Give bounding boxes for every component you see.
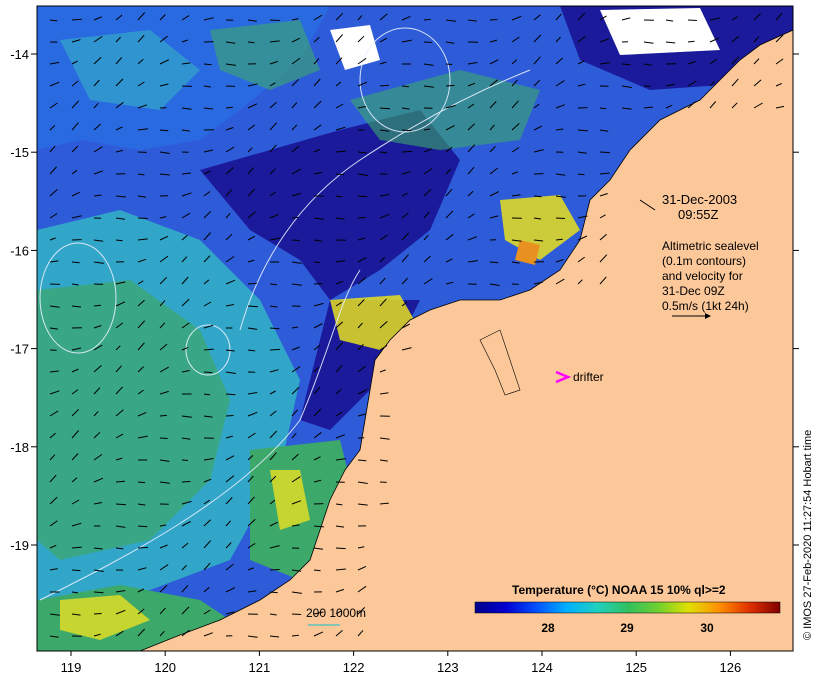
velocity-arrow [159, 437, 168, 439]
lat-tick-label: -19 [10, 538, 29, 553]
colorbar-title: Temperature (°C) NOAA 15 10% ql>=2 [512, 583, 726, 597]
velocity-arrow [357, 217, 366, 219]
velocity-arrow [115, 239, 123, 242]
lat-tick-label: -17 [10, 342, 29, 357]
velocity-arrow [313, 261, 321, 263]
velocity-arrow [269, 569, 280, 571]
lon-tick-label: 120 [154, 660, 176, 675]
velocity-arrow [225, 415, 234, 417]
longitude-axis: 119 120 121 122 123 124 125 126 [61, 651, 742, 675]
lon-tick-label: 126 [720, 660, 742, 675]
colorbar-tick-28: 28 [541, 621, 555, 635]
velocity-arrow [247, 41, 255, 44]
isobath-label: 200 1000m [306, 606, 366, 620]
image-date: 31-Dec-2003 [662, 192, 737, 207]
altimetry-line-5: 0.5m/s (1kt 24h) [662, 299, 749, 313]
altimetry-line-4: 31-Dec 09Z [662, 284, 725, 298]
velocity-arrow [291, 634, 299, 637]
lon-tick-label: 121 [249, 660, 271, 675]
velocity-arrow [335, 173, 345, 176]
velocity-arrow [159, 414, 167, 417]
lat-tick-label: -18 [10, 440, 29, 455]
velocity-arrow [555, 217, 566, 219]
colorbar-tick-30: 30 [700, 621, 714, 635]
lon-tick-label: 125 [625, 660, 647, 675]
altimetry-line-3: and velocity for [662, 269, 743, 283]
velocity-arrow [445, 84, 455, 87]
lat-tick-label: -14 [10, 47, 29, 62]
lat-tick-label: -16 [10, 243, 29, 258]
velocity-arrow [291, 239, 300, 241]
image-time: 09:55Z [678, 207, 719, 222]
velocity-arrow [445, 63, 453, 65]
velocity-arrow [313, 569, 321, 572]
velocity-arrow [181, 459, 189, 461]
velocity-arrow [93, 613, 102, 615]
velocity-arrow [423, 41, 432, 43]
velocity-arrow [555, 238, 563, 241]
velocity-arrow [577, 173, 585, 176]
lon-tick-label: 124 [531, 660, 553, 675]
velocity-arrow [137, 217, 148, 219]
velocity-arrow [335, 547, 346, 550]
altimetry-line-1: Altimetric sealevel [662, 239, 759, 253]
velocity-arrow [687, 19, 697, 21]
velocity-arrow [401, 150, 412, 153]
lat-tick-label: -15 [10, 145, 29, 160]
velocity-arrow [291, 216, 299, 219]
velocity-arrow [137, 546, 149, 549]
velocity-arrow [71, 569, 81, 572]
velocity-arrow [269, 591, 278, 594]
velocity-arrow [313, 283, 323, 285]
velocity-arrow [423, 18, 431, 21]
velocity-arrow [269, 348, 280, 351]
lon-tick-label: 122 [343, 660, 365, 675]
lon-tick-label: 119 [61, 660, 82, 675]
plot-area [37, 6, 793, 651]
velocity-arrow [71, 18, 82, 21]
sst-map-figure: 119 120 121 122 123 124 125 126 -14 -15 -16 -17 -18… [10, 5, 814, 675]
velocity-arrow [291, 613, 302, 615]
velocity-arrow [599, 151, 610, 154]
velocity-arrow [489, 19, 498, 21]
velocity-arrow [203, 371, 213, 374]
velocity-arrow [379, 107, 391, 110]
velocity-arrow [269, 19, 280, 21]
lon-tick-label: 123 [437, 660, 459, 675]
altimetry-line-2: (0.1m contours) [662, 254, 746, 268]
colorbar-tick-29: 29 [620, 621, 634, 635]
drifter-label: drifter [573, 370, 604, 384]
velocity-arrow [687, 40, 695, 43]
velocity-arrow [181, 481, 191, 483]
credit-text: © IMOS 27-Feb-2020 11:27:54 Hobart time [802, 430, 814, 640]
velocity-arrow [115, 503, 127, 506]
velocity-arrow [533, 195, 542, 198]
velocity-arrow [247, 305, 259, 308]
colorbar-gradient [474, 601, 781, 614]
